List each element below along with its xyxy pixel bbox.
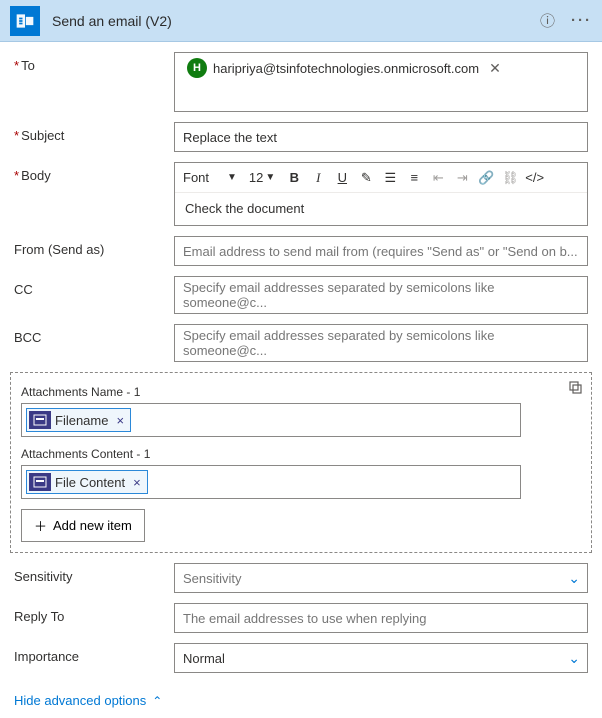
body-input[interactable]: Check the document [175, 193, 587, 225]
underline-button[interactable]: U [333, 170, 351, 185]
number-list-button[interactable]: ≡ [405, 170, 423, 185]
subject-input[interactable]: Replace the text [174, 122, 588, 152]
outdent-button[interactable]: ⇤ [429, 170, 447, 186]
avatar: H [187, 58, 207, 78]
chevron-down-icon: ▼ [265, 172, 275, 183]
attachments-section: Attachments Name - 1 Filename × Attachme… [10, 372, 592, 553]
unlink-button[interactable]: ⛓ [501, 170, 519, 186]
indent-button[interactable]: ⇥ [453, 170, 471, 186]
dynamic-content-icon [29, 411, 51, 429]
card-title: Send an email (V2) [52, 13, 540, 29]
body-label: Body [14, 162, 174, 183]
more-icon[interactable]: ··· [571, 12, 592, 29]
cc-label: CC [14, 276, 174, 297]
reply-to-label: Reply To [14, 603, 174, 624]
size-select[interactable]: 12▼ [249, 170, 279, 185]
italic-button[interactable]: I [309, 170, 327, 186]
to-input[interactable]: H haripriya@tsinfotechnologies.onmicroso… [174, 52, 588, 112]
rte-toolbar: Font▼ 12▼ B I U ✎ ☰ ≡ ⇤ ⇥ 🔗 ⛓ </> [175, 163, 587, 193]
attachments-content-label: Attachments Content - 1 [21, 447, 581, 461]
hide-advanced-options-link[interactable]: Hide advanced options ⌃ [0, 683, 176, 718]
chevron-down-icon: ▼ [227, 172, 237, 183]
cc-input[interactable]: Specify email addresses separated by sem… [174, 276, 588, 314]
chevron-up-icon: ⌃ [152, 694, 162, 708]
highlight-button[interactable]: ✎ [357, 170, 375, 186]
attachments-content-input[interactable]: File Content × [21, 465, 521, 499]
dynamic-content-icon [29, 473, 51, 491]
plus-icon: ＋ [34, 516, 47, 535]
body-editor: Font▼ 12▼ B I U ✎ ☰ ≡ ⇤ ⇥ 🔗 ⛓ </> Check … [174, 162, 588, 226]
dynamic-token-filecontent[interactable]: File Content × [26, 470, 148, 494]
sensitivity-select[interactable]: Sensitivity [174, 563, 588, 593]
chevron-down-icon: ⌄ [568, 650, 580, 667]
reply-to-input[interactable]: The email addresses to use when replying [174, 603, 588, 633]
from-label: From (Send as) [14, 236, 174, 257]
attachments-name-label: Attachments Name - 1 [21, 385, 581, 399]
from-input[interactable]: Email address to send mail from (require… [174, 236, 588, 266]
subject-label: Subject [14, 122, 174, 143]
sensitivity-label: Sensitivity [14, 563, 174, 584]
link-button[interactable]: 🔗 [477, 170, 495, 186]
remove-token-icon[interactable]: × [112, 413, 124, 428]
bcc-label: BCC [14, 324, 174, 345]
bullet-list-button[interactable]: ☰ [381, 170, 399, 186]
card-header: Send an email (V2) ⓘ ··· [0, 0, 602, 42]
font-select[interactable]: Font▼ [183, 170, 243, 185]
remove-token-icon[interactable]: × [129, 475, 141, 490]
outlook-icon [10, 6, 40, 36]
importance-label: Importance [14, 643, 174, 664]
importance-select[interactable]: Normal [174, 643, 588, 673]
dynamic-token-filename[interactable]: Filename × [26, 408, 131, 432]
recipient-chip[interactable]: H haripriya@tsinfotechnologies.onmicroso… [183, 56, 509, 80]
bcc-input[interactable]: Specify email addresses separated by sem… [174, 324, 588, 362]
code-view-button[interactable]: </> [525, 170, 543, 185]
recipient-email: haripriya@tsinfotechnologies.onmicrosoft… [213, 61, 479, 76]
remove-recipient-icon[interactable]: ✕ [485, 60, 505, 77]
chevron-down-icon: ⌄ [568, 570, 580, 587]
attachments-name-input[interactable]: Filename × [21, 403, 521, 437]
bold-button[interactable]: B [285, 170, 303, 185]
to-label: To [14, 52, 174, 73]
help-icon[interactable]: ⓘ [540, 10, 555, 31]
switch-array-icon[interactable] [567, 379, 583, 400]
add-item-button[interactable]: ＋ Add new item [21, 509, 145, 542]
